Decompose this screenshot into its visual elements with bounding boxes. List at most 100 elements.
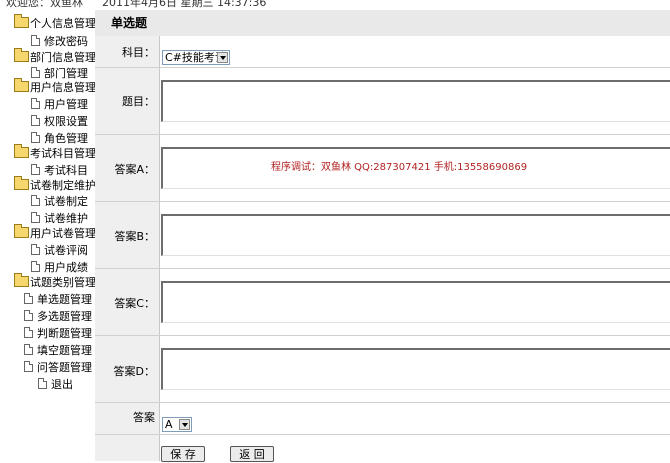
tree-folder-user-info[interactable]: 用户信息管理 <box>14 78 95 96</box>
document-icon <box>31 164 40 175</box>
folder-icon <box>14 78 29 92</box>
tree-item-paper-maintain[interactable]: 试卷维护 <box>31 211 88 227</box>
tree-label: 修改密码 <box>44 35 88 48</box>
tree-label: 用户管理 <box>44 98 88 111</box>
tree-label: 试卷制定维护 <box>30 179 95 192</box>
sidebar-tree: 个人信息管理 修改密码 部门信息管理 部门管理 用户信息管理 用户管理 权限设置… <box>0 10 95 461</box>
tree-label: 试卷评阅 <box>44 244 88 257</box>
tree-item-user-manage[interactable]: 用户管理 <box>31 97 88 113</box>
answer-b-label: 答案B： <box>114 230 155 243</box>
row-divider <box>95 335 670 336</box>
answer-c-label: 答案C： <box>114 297 155 310</box>
page-title: 单选题 <box>95 10 670 36</box>
tree-item-permission[interactable]: 权限设置 <box>31 114 88 130</box>
tree-label: 多选题管理 <box>37 310 92 323</box>
tree-item-qa[interactable]: 问答题管理 <box>24 360 92 376</box>
welcome-text: 欢迎您：双鱼林 <box>6 0 83 9</box>
answer-b-textarea[interactable] <box>161 214 670 256</box>
tree-folder-dept-info[interactable]: 部门信息管理 <box>14 48 95 66</box>
tree-label: 判断题管理 <box>37 327 92 340</box>
subject-label: 科目： <box>122 46 155 59</box>
row-divider <box>95 201 670 202</box>
answer-select-value: A <box>165 418 173 431</box>
top-status-bar: 欢迎您：双鱼林 2011年4月6日 星期三 14:37:36 <box>0 0 670 10</box>
tree-item-fill-blank[interactable]: 填空题管理 <box>24 343 92 359</box>
folder-icon <box>14 48 29 62</box>
answer-a-label: 答案A： <box>114 163 155 176</box>
document-icon <box>31 98 40 109</box>
tree-item-role-manage[interactable]: 角色管理 <box>31 131 88 147</box>
tree-item-exam-subject[interactable]: 考试科目 <box>31 163 88 179</box>
tree-label: 退出 <box>51 378 73 391</box>
document-icon <box>31 261 40 272</box>
tree-label: 用户试卷管理 <box>30 227 95 240</box>
row-divider <box>95 434 670 435</box>
document-icon <box>38 378 47 389</box>
folder-icon <box>14 14 29 28</box>
tree-label: 试题类别管理 <box>30 276 95 289</box>
tree-item-single-choice[interactable]: 单选题管理 <box>24 292 92 308</box>
row-divider <box>95 134 670 135</box>
row-divider <box>95 67 670 68</box>
dropdown-arrow-icon <box>179 419 190 430</box>
tree-label: 部门管理 <box>44 67 88 80</box>
datetime-text: 2011年4月6日 星期三 14:37:36 <box>102 0 267 9</box>
tree-folder-question-types[interactable]: 试题类别管理 <box>14 273 95 291</box>
answer-d-label: 答案D： <box>113 365 155 378</box>
subject-select[interactable]: C#技能考试 <box>162 50 230 65</box>
tree-label: 角色管理 <box>44 132 88 145</box>
tree-item-change-password[interactable]: 修改密码 <box>31 34 88 50</box>
tree-folder-personal-info[interactable]: 个人信息管理 <box>14 14 95 32</box>
tree-item-logout[interactable]: 退出 <box>38 377 73 393</box>
tree-label: 问答题管理 <box>37 361 92 374</box>
document-icon <box>31 132 40 143</box>
document-icon <box>31 115 40 126</box>
document-icon <box>24 327 33 338</box>
answer-c-textarea[interactable] <box>161 281 670 323</box>
tree-label: 部门信息管理 <box>30 51 95 64</box>
document-icon <box>24 310 33 321</box>
question-label: 题目： <box>122 95 155 108</box>
folder-icon <box>14 176 29 190</box>
folder-icon <box>14 224 29 238</box>
tree-label: 用户成绩 <box>44 261 88 274</box>
tree-label: 权限设置 <box>44 115 88 128</box>
row-divider <box>95 402 670 403</box>
tree-folder-paper-maintain[interactable]: 试卷制定维护 <box>14 176 95 194</box>
tree-label: 试卷制定 <box>44 195 88 208</box>
debug-watermark-text: 程序调试：双鱼林 QQ:287307421 手机:13558690869 <box>271 162 528 173</box>
tree-label: 个人信息管理 <box>30 17 95 30</box>
dropdown-arrow-icon <box>217 52 228 63</box>
question-textarea[interactable] <box>161 80 670 122</box>
tree-label: 考试科目管理 <box>30 147 95 160</box>
folder-icon <box>14 273 29 287</box>
tree-item-true-false[interactable]: 判断题管理 <box>24 326 92 342</box>
tree-label: 用户信息管理 <box>30 81 95 94</box>
tree-item-user-scores[interactable]: 用户成绩 <box>31 260 88 276</box>
tree-folder-user-papers[interactable]: 用户试卷管理 <box>14 224 95 242</box>
document-icon <box>31 35 40 46</box>
tree-label: 填空题管理 <box>37 344 92 357</box>
answer-label: 答案 <box>133 411 155 424</box>
save-button[interactable]: 保 存 <box>161 446 205 462</box>
document-icon <box>24 361 33 372</box>
document-icon <box>31 244 40 255</box>
back-button[interactable]: 返 回 <box>230 446 274 462</box>
document-icon <box>31 212 40 223</box>
document-icon <box>24 344 33 355</box>
content-panel: 单选题 科目： C#技能考试 题目： 答案A： 答案B： 答案C： 答案D： 答… <box>95 10 670 462</box>
tree-folder-exam-subject[interactable]: 考试科目管理 <box>14 144 95 162</box>
answer-d-textarea[interactable] <box>161 348 670 390</box>
row-divider <box>95 268 670 269</box>
document-icon <box>24 293 33 304</box>
folder-icon <box>14 144 29 158</box>
tree-label: 试卷维护 <box>44 212 88 225</box>
tree-label: 考试科目 <box>44 164 88 177</box>
document-icon <box>31 195 40 206</box>
tree-item-multi-choice[interactable]: 多选题管理 <box>24 309 92 325</box>
document-icon <box>31 67 40 78</box>
answer-select[interactable]: A <box>162 417 192 432</box>
tree-item-paper-review[interactable]: 试卷评阅 <box>31 243 88 259</box>
tree-label: 单选题管理 <box>37 293 92 306</box>
tree-item-paper-create[interactable]: 试卷制定 <box>31 194 88 210</box>
